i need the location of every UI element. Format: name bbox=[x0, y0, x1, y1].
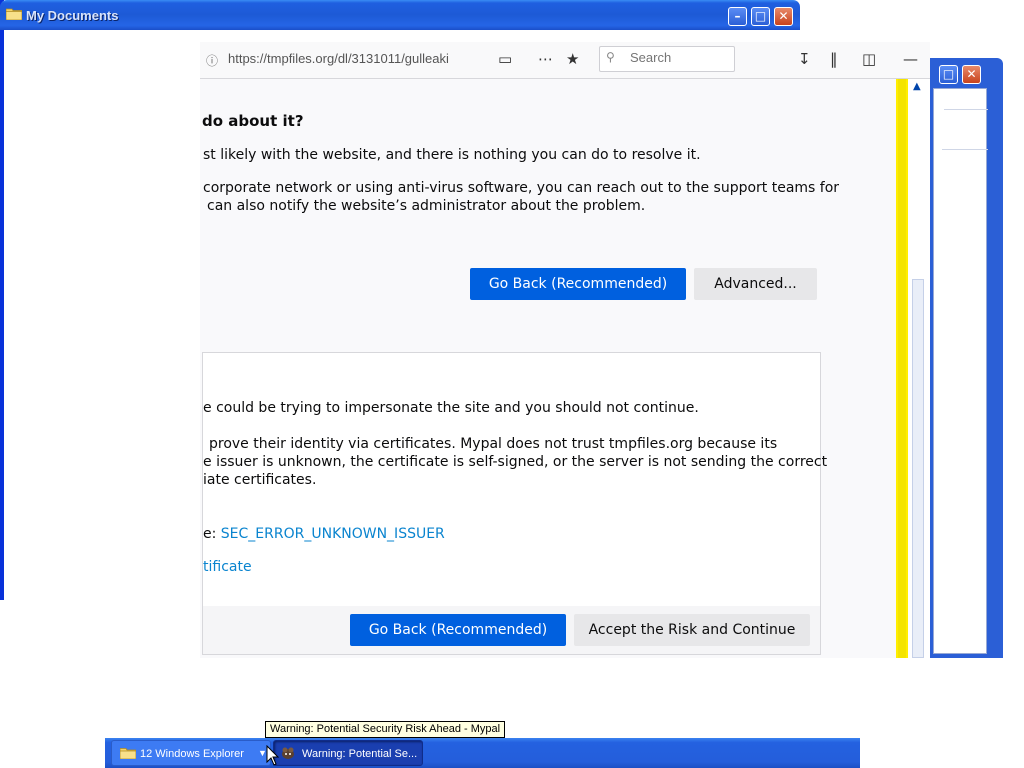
maximize-icon: □ bbox=[942, 67, 955, 81]
mouse-cursor-icon bbox=[266, 745, 280, 766]
close-icon: ✕ bbox=[778, 9, 789, 23]
search-icon: ⚲ bbox=[606, 50, 615, 64]
minimize-icon: – bbox=[734, 9, 741, 23]
download-icon[interactable]: ↧ bbox=[798, 50, 811, 68]
error-code-row: e: SEC_ERROR_UNKNOWN_ISSUER bbox=[203, 525, 445, 543]
mypal-icon bbox=[282, 747, 294, 759]
browser-window: ⓘ https://tmpfiles.org/dl/3131011/gullea… bbox=[200, 42, 930, 658]
close-button[interactable]: ✕ bbox=[962, 65, 981, 84]
minimize-button[interactable]: – bbox=[728, 7, 747, 26]
bookmark-star-icon[interactable]: ★ bbox=[566, 50, 579, 68]
scrollbar-thumb[interactable] bbox=[912, 279, 924, 658]
taskbar: 12 Windows Explorer ▼ Warning: Potential… bbox=[105, 738, 860, 768]
more-actions-icon[interactable]: ⋯ bbox=[538, 50, 553, 68]
library-icon[interactable]: ‖ bbox=[830, 50, 838, 68]
advanced-detail-line-3: iate certificates. bbox=[203, 472, 317, 488]
error-advice-line-2: can also notify the website’s administra… bbox=[207, 198, 646, 214]
browser-toolbar: ⓘ https://tmpfiles.org/dl/3131011/gullea… bbox=[200, 42, 930, 79]
taskbar-button-explorer[interactable]: 12 Windows Explorer ▼ bbox=[111, 740, 271, 766]
search-box[interactable]: ⚲ bbox=[599, 46, 735, 72]
outer-scrollbar[interactable]: ▲ bbox=[908, 79, 930, 658]
page-scrollbar[interactable] bbox=[896, 79, 908, 658]
close-button[interactable]: ✕ bbox=[774, 7, 793, 26]
info-icon[interactable]: ⓘ bbox=[206, 52, 218, 69]
maximize-icon: □ bbox=[754, 9, 767, 23]
taskbar-tooltip: Warning: Potential Security Risk Ahead -… bbox=[265, 721, 506, 738]
folder-icon bbox=[6, 8, 22, 20]
advanced-detail-line-1: prove their identity via certificates. M… bbox=[209, 436, 778, 452]
divider bbox=[942, 149, 988, 150]
accept-risk-button[interactable]: Accept the Risk and Continue bbox=[574, 614, 810, 646]
go-back-button-2[interactable]: Go Back (Recommended) bbox=[350, 614, 566, 646]
my-documents-title: My Documents bbox=[26, 8, 119, 23]
view-certificate-link[interactable]: tificate bbox=[203, 558, 252, 576]
divider bbox=[944, 109, 988, 110]
background-window: □ ✕ bbox=[930, 58, 1003, 658]
page-action-icon[interactable]: ▭ bbox=[498, 50, 512, 68]
search-input[interactable] bbox=[628, 49, 732, 66]
error-page: do about it? st likely with the website,… bbox=[200, 79, 896, 658]
folder-icon bbox=[120, 748, 136, 759]
url-bar[interactable]: https://tmpfiles.org/dl/3131011/gulleaki bbox=[228, 51, 449, 66]
close-icon: ✕ bbox=[966, 67, 977, 81]
taskbar-explorer-label: 12 Windows Explorer bbox=[140, 748, 244, 760]
advanced-button[interactable]: Advanced... bbox=[694, 268, 817, 300]
error-code-prefix: e: bbox=[203, 526, 217, 542]
advanced-warning: e could be trying to impersonate the sit… bbox=[203, 400, 699, 416]
maximize-button[interactable]: □ bbox=[751, 7, 770, 26]
page-heading: do about it? bbox=[202, 112, 304, 130]
error-advice-line-1: corporate network or using anti-virus so… bbox=[203, 180, 840, 196]
go-back-button[interactable]: Go Back (Recommended) bbox=[470, 268, 686, 300]
background-window-content bbox=[933, 88, 988, 654]
taskbar-button-mypal[interactable]: Warning: Potential Se... bbox=[273, 740, 423, 766]
error-description: st likely with the website, and there is… bbox=[203, 147, 701, 163]
advanced-panel-footer: Go Back (Recommended) Accept the Risk an… bbox=[203, 606, 820, 654]
taskbar-mypal-label: Warning: Potential Se... bbox=[302, 748, 418, 760]
scrollbar-track bbox=[898, 79, 906, 658]
menu-icon[interactable]: — bbox=[903, 50, 918, 68]
maximize-button[interactable]: □ bbox=[939, 65, 958, 84]
my-documents-titlebar[interactable]: My Documents – □ ✕ bbox=[0, 0, 800, 30]
sidebar-icon[interactable]: ◫ bbox=[862, 50, 876, 68]
advanced-panel: e could be trying to impersonate the sit… bbox=[202, 352, 827, 655]
advanced-detail-line-2: e issuer is unknown, the certificate is … bbox=[203, 454, 828, 470]
scroll-up-icon[interactable]: ▲ bbox=[913, 81, 921, 92]
error-code-link[interactable]: SEC_ERROR_UNKNOWN_ISSUER bbox=[221, 526, 445, 542]
